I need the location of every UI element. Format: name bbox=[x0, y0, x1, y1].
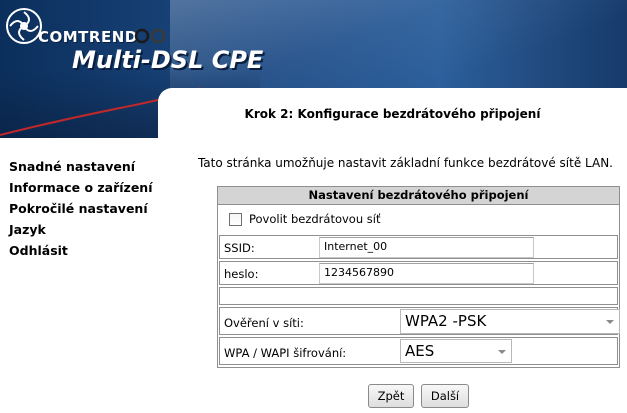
table-header: Nastavení bezdrátového připojení bbox=[218, 187, 619, 205]
encryption-select[interactable]: AES bbox=[400, 339, 512, 363]
page-title: Krok 2: Konfigurace bezdrátového připoje… bbox=[244, 107, 541, 121]
next-button[interactable]: Další bbox=[421, 384, 469, 408]
enable-wireless-row: Povolit bezdrátovou síť bbox=[218, 205, 619, 233]
ssid-label: SSID: bbox=[224, 241, 255, 255]
auth-label: Ověření v síti: bbox=[224, 316, 304, 330]
sidebar-item-language[interactable]: Jazyk bbox=[0, 219, 152, 240]
sidebar-item-easy-setup[interactable]: Snadné nastavení bbox=[0, 156, 152, 177]
encryption-label: WPA / WAPI šifrování: bbox=[224, 346, 347, 360]
encryption-select-value: AES bbox=[405, 342, 435, 360]
ssid-input[interactable]: Internet_00 bbox=[319, 237, 534, 258]
sidebar: Snadné nastavení Informace o zařízení Po… bbox=[0, 138, 158, 413]
auth-row: Ověření v síti: WPA2 -PSK bbox=[219, 307, 620, 335]
enable-wireless-label: Povolit bezdrátovou síť bbox=[249, 212, 381, 226]
ssid-row: SSID: Internet_00 bbox=[219, 235, 618, 259]
decorative-circles bbox=[134, 28, 166, 44]
password-row: heslo: 1234567890 bbox=[219, 261, 618, 285]
password-label: heslo: bbox=[224, 267, 259, 281]
page-description: Tato stránka umožňuje nastavit základní … bbox=[197, 156, 613, 170]
auth-select-value: WPA2 -PSK bbox=[405, 312, 487, 330]
chevron-down-icon bbox=[606, 320, 614, 324]
sidebar-item-device-info[interactable]: Informace o zařízení bbox=[0, 177, 152, 198]
sidebar-item-advanced-setup[interactable]: Pokročilé nastavení bbox=[0, 198, 152, 219]
auth-select[interactable]: WPA2 -PSK bbox=[400, 309, 620, 334]
chevron-down-icon bbox=[498, 350, 506, 354]
sidebar-item-logout[interactable]: Odhlásit bbox=[0, 240, 152, 261]
wireless-settings-table: Nastavení bezdrátového připojení Povolit… bbox=[217, 186, 620, 368]
sidebar-nav: Snadné nastavení Informace o zařízení Po… bbox=[0, 156, 152, 261]
product-name: Multi-DSL CPE bbox=[72, 46, 264, 74]
encryption-row: WPA / WAPI šifrování: AES bbox=[219, 337, 618, 365]
empty-row bbox=[219, 287, 618, 305]
password-input[interactable]: 1234567890 bbox=[319, 263, 534, 284]
main-content: Krok 2: Konfigurace bezdrátového připoje… bbox=[158, 88, 627, 413]
brand-name: COMTREND bbox=[38, 28, 138, 46]
back-button[interactable]: Zpět bbox=[368, 384, 414, 408]
enable-wireless-checkbox[interactable] bbox=[229, 213, 242, 226]
